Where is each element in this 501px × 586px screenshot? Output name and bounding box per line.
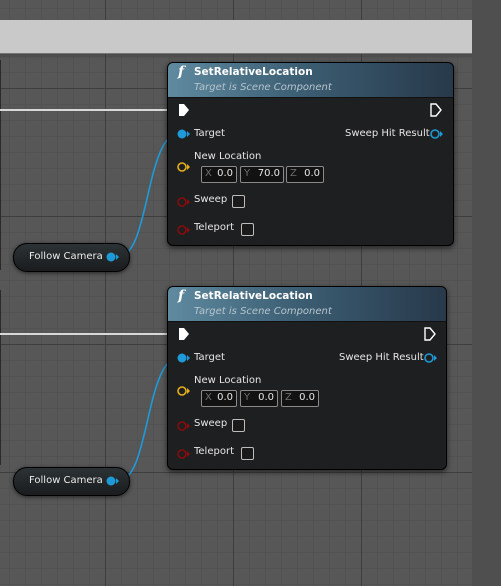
sweep-checkbox[interactable]: [232, 195, 245, 208]
object-pin-icon[interactable]: [106, 252, 120, 262]
z-axis-label: Z: [285, 392, 292, 403]
location-z-input[interactable]: Z 0.0: [286, 166, 324, 183]
struct-output-pin-icon[interactable]: [424, 353, 438, 363]
location-x-input[interactable]: X 0.0: [201, 166, 237, 183]
location-y-input[interactable]: Y 70.0: [240, 166, 284, 183]
teleport-label: Teleport: [194, 222, 234, 233]
target-label: Target: [194, 128, 225, 139]
target-label: Target: [194, 352, 225, 363]
z-axis-label: Z: [290, 168, 297, 179]
node-header[interactable]: f SetRelativeLocation Target is Scene Co…: [168, 287, 446, 322]
bool-pin-icon[interactable]: [177, 421, 191, 431]
follow-camera-variable-node[interactable]: Follow Camera: [13, 243, 130, 272]
bool-pin-icon[interactable]: [177, 449, 191, 459]
x-value: 0.0: [217, 168, 233, 179]
exec-output-pin[interactable]: [430, 103, 442, 117]
z-value: 0.0: [304, 168, 320, 179]
teleport-checkbox[interactable]: [241, 447, 254, 460]
set-relative-location-node[interactable]: f SetRelativeLocation Target is Scene Co…: [167, 286, 447, 470]
sweep-label: Sweep: [194, 194, 228, 205]
function-icon: f: [178, 64, 185, 80]
exec-input-pin[interactable]: [178, 103, 190, 117]
sweep-hit-result-label: Sweep Hit Result: [339, 352, 424, 363]
bool-pin-icon[interactable]: [177, 197, 191, 207]
sweep-hit-result-label: Sweep Hit Result: [345, 128, 430, 139]
x-value: 0.0: [217, 392, 233, 403]
variable-label: Follow Camera: [29, 475, 103, 486]
x-axis-label: X: [205, 168, 212, 179]
follow-camera-variable-node[interactable]: Follow Camera: [13, 467, 130, 496]
node-header[interactable]: f SetRelativeLocation Target is Scene Co…: [168, 63, 453, 98]
y-axis-label: Y: [244, 168, 251, 179]
node-subtitle: Target is Scene Component: [194, 306, 332, 317]
vector-pin-icon[interactable]: [177, 386, 191, 396]
location-y-input[interactable]: Y 0.0: [240, 390, 278, 407]
struct-output-pin-icon[interactable]: [430, 129, 444, 139]
y-axis-label: Y: [244, 392, 251, 403]
node-subtitle: Target is Scene Component: [194, 82, 332, 93]
object-pin-icon[interactable]: [106, 476, 120, 486]
y-value: 0.0: [258, 392, 274, 403]
object-pin-icon[interactable]: [177, 129, 191, 139]
new-location-label: New Location: [194, 375, 262, 386]
x-axis-label: X: [205, 392, 212, 403]
z-value: 0.0: [299, 392, 315, 403]
bool-pin-icon[interactable]: [177, 225, 191, 235]
node-title: SetRelativeLocation: [194, 66, 313, 78]
set-relative-location-node[interactable]: f SetRelativeLocation Target is Scene Co…: [167, 62, 454, 246]
teleport-label: Teleport: [194, 446, 234, 457]
node-title: SetRelativeLocation: [194, 290, 313, 302]
sweep-checkbox[interactable]: [232, 419, 245, 432]
new-location-label: New Location: [194, 151, 262, 162]
y-value: 70.0: [257, 168, 280, 179]
sweep-label: Sweep: [194, 418, 228, 429]
location-z-input[interactable]: Z 0.0: [281, 390, 319, 407]
teleport-checkbox[interactable]: [241, 223, 254, 236]
variable-label: Follow Camera: [29, 251, 103, 262]
exec-output-pin[interactable]: [424, 327, 436, 341]
object-pin-icon[interactable]: [177, 353, 191, 363]
location-x-input[interactable]: X 0.0: [201, 390, 237, 407]
exec-input-pin[interactable]: [178, 327, 190, 341]
function-icon: f: [178, 288, 185, 304]
vector-pin-icon[interactable]: [177, 162, 191, 172]
